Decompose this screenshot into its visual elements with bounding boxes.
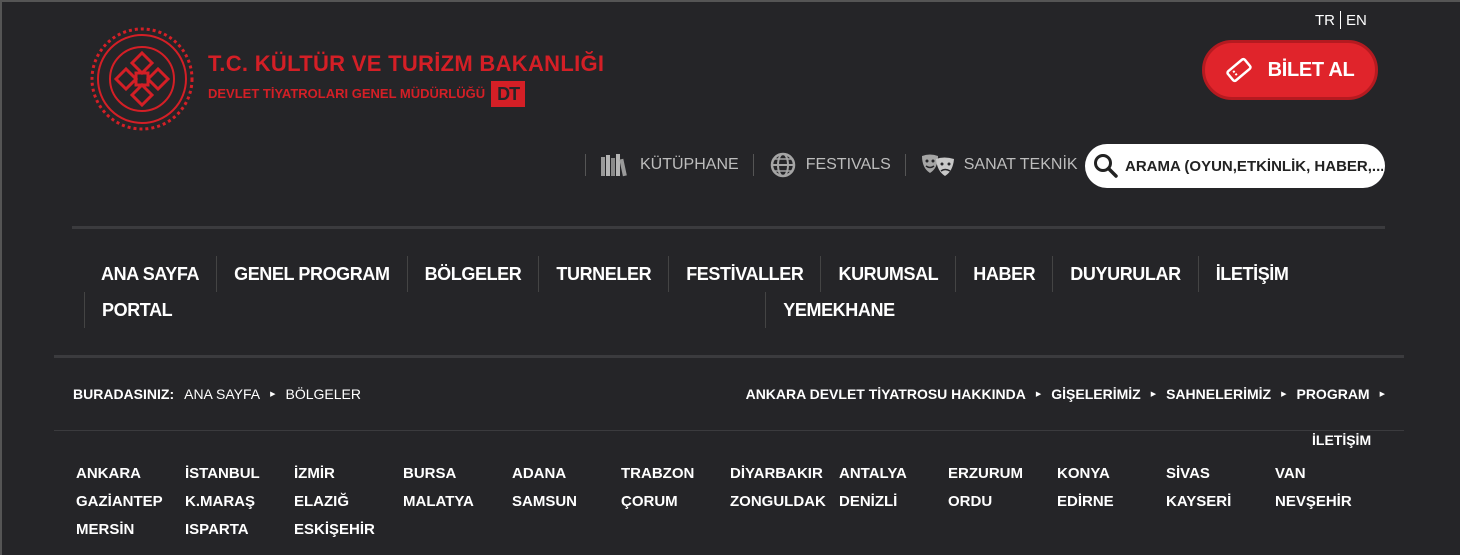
nav-cafeteria[interactable]: YEMEKHANE	[765, 292, 911, 328]
city-link[interactable]: MALATYA	[403, 493, 512, 511]
nav-portal[interactable]: PORTAL	[84, 292, 189, 328]
city-link[interactable]: ANTALYA	[839, 465, 948, 483]
city-link[interactable]: ZONGULDAK	[730, 493, 839, 511]
chevron-right-icon: ▶	[270, 391, 276, 398]
nav-home[interactable]: ANA SAYFA	[84, 256, 216, 292]
library-label: KÜTÜPHANE	[640, 156, 739, 173]
subnav-box-offices[interactable]: GİŞELERİMİZ	[1051, 386, 1140, 402]
city-link[interactable]: ADANA	[512, 465, 621, 483]
breadcrumb-divider	[54, 430, 1404, 431]
breadcrumb: BURADASINIZ: ANA SAYFA ▶ BÖLGELER	[73, 386, 361, 402]
city-link[interactable]: ÇORUM	[621, 493, 730, 511]
city-link[interactable]: İZMİR	[294, 465, 403, 483]
dt-badge: DT	[491, 81, 526, 107]
ticket-icon	[1225, 57, 1252, 83]
ministry-seal-icon	[90, 27, 194, 131]
theater-subnav: ANKARA DEVLET TİYATROSU HAKKINDA ▶ GİŞEL…	[746, 386, 1385, 402]
city-link[interactable]: ISPARTA	[185, 521, 294, 539]
city-link[interactable]: ESKİŞEHİR	[294, 521, 403, 539]
buy-ticket-button[interactable]: BİLET AL	[1202, 40, 1378, 100]
search-icon[interactable]	[1093, 153, 1119, 179]
lang-tr-link[interactable]: TR	[1315, 12, 1335, 29]
ministry-title: T.C. KÜLTÜR VE TURİZM BAKANLIĞI	[208, 51, 605, 76]
festivals-link[interactable]: FESTIVALS	[754, 152, 905, 178]
nav-announcements[interactable]: DUYURULAR	[1052, 256, 1197, 292]
subnav-contact[interactable]: İLETİŞİM	[1312, 432, 1371, 448]
search-input[interactable]	[1123, 156, 1385, 176]
main-nav: ANA SAYFA GENEL PROGRAM BÖLGELER TURNELE…	[84, 256, 1384, 328]
nav-general-program[interactable]: GENEL PROGRAM	[216, 256, 406, 292]
books-icon	[601, 154, 627, 177]
art-technical-label: SANAT TEKNİK	[963, 156, 1078, 173]
chevron-right-icon: ▶	[1150, 391, 1157, 398]
library-link[interactable]: KÜTÜPHANE	[586, 153, 753, 177]
subnav-stages[interactable]: SAHNELERİMİZ	[1166, 386, 1271, 402]
directorate-subtitle: DEVLET TİYATROLARI GENEL MÜDÜRLÜĞÜ	[208, 86, 486, 101]
lang-en-link[interactable]: EN	[1346, 12, 1367, 29]
nav-news[interactable]: HABER	[955, 256, 1052, 292]
city-link[interactable]: DİYARBAKIR	[730, 465, 839, 483]
utility-nav: KÜTÜPHANE FESTIVALS SANAT TEKNİK	[585, 146, 1093, 184]
city-link[interactable]: TRABZON	[621, 465, 730, 483]
city-list: ANKARA İSTANBUL İZMİR BURSA ADANA TRABZO…	[76, 465, 1384, 539]
city-link[interactable]: GAZİANTEP	[76, 493, 185, 511]
city-link[interactable]: EDİRNE	[1057, 493, 1166, 511]
city-link[interactable]: VAN	[1275, 465, 1384, 483]
breadcrumb-label: BURADASINIZ:	[73, 386, 175, 402]
city-link[interactable]: KAYSERİ	[1166, 493, 1275, 511]
chevron-right-icon: ▶	[1035, 391, 1042, 398]
header-divider	[72, 226, 1385, 229]
art-technical-link[interactable]: SANAT TEKNİK	[906, 153, 1092, 177]
nav-festivals[interactable]: FESTİVALLER	[668, 256, 820, 292]
city-link[interactable]: İSTANBUL	[185, 465, 294, 483]
city-link[interactable]: ANKARA	[76, 465, 185, 483]
city-link[interactable]: ERZURUM	[948, 465, 1057, 483]
city-link[interactable]: SAMSUN	[512, 493, 621, 511]
globe-icon	[770, 152, 795, 178]
subnav-about[interactable]: ANKARA DEVLET TİYATROSU HAKKINDA	[746, 386, 1026, 402]
city-link[interactable]: ELAZIĞ	[294, 493, 403, 511]
city-link[interactable]: SİVAS	[1166, 465, 1275, 483]
chevron-right-icon: ▶	[1379, 391, 1385, 398]
city-link[interactable]: NEVŞEHİR	[1275, 493, 1384, 511]
city-link[interactable]: MERSİN	[76, 521, 185, 539]
breadcrumb-home[interactable]: ANA SAYFA	[184, 386, 260, 402]
chevron-right-icon: ▶	[1281, 391, 1287, 398]
nav-institutional[interactable]: KURUMSAL	[820, 256, 955, 292]
subnav-program[interactable]: PROGRAM	[1296, 386, 1369, 402]
nav-contact[interactable]: İLETİŞİM	[1197, 256, 1306, 292]
city-link[interactable]: K.MARAŞ	[185, 493, 294, 511]
nav-regions[interactable]: BÖLGELER	[406, 256, 539, 292]
city-link[interactable]: DENİZLİ	[839, 493, 948, 511]
breadcrumb-regions[interactable]: BÖLGELER	[286, 386, 361, 402]
city-link[interactable]: KONYA	[1057, 465, 1166, 483]
festivals-label: FESTIVALS	[805, 156, 891, 173]
nav-tours[interactable]: TURNELER	[538, 256, 668, 292]
city-link[interactable]: BURSA	[403, 465, 512, 483]
city-link[interactable]: ORDU	[948, 493, 1057, 511]
search-box	[1085, 144, 1385, 188]
buy-ticket-label: BİLET AL	[1267, 58, 1355, 81]
theater-masks-icon	[921, 154, 954, 176]
lang-divider	[1340, 11, 1341, 29]
ministry-logo[interactable]: T.C. KÜLTÜR VE TURİZM BAKANLIĞI DEVLET T…	[90, 27, 604, 131]
nav-divider	[54, 355, 1404, 358]
language-switch: TR EN	[1315, 11, 1367, 29]
